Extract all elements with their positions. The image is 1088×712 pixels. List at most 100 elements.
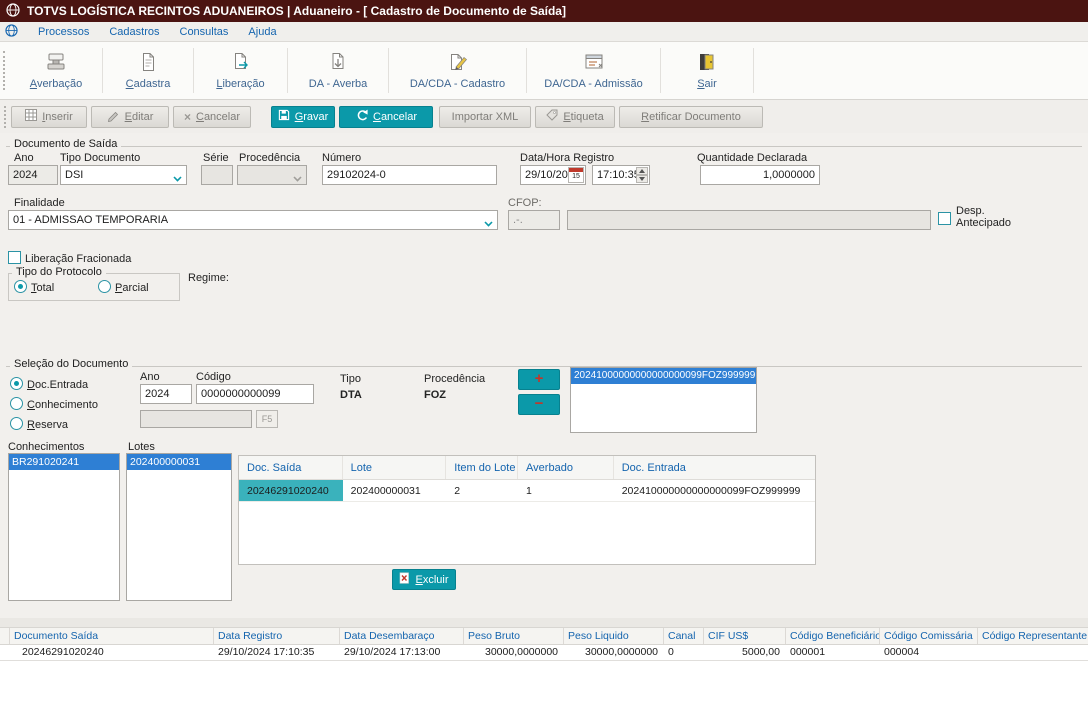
col-peso-liquido[interactable]: Peso Liquido: [564, 628, 664, 644]
cell-averbado[interactable]: 1: [518, 480, 614, 501]
conhecimentos-listbox[interactable]: BR291020241: [8, 453, 120, 601]
remove-document-button[interactable]: −: [518, 394, 560, 415]
calendar-icon[interactable]: 15: [568, 167, 584, 183]
cell-data-registro[interactable]: 29/10/2024 17:10:35: [214, 645, 340, 660]
cell-lote[interactable]: 202400000031: [342, 480, 447, 501]
col-documento-saida[interactable]: Documento Saída: [10, 628, 214, 644]
col-codigo-comissaria[interactable]: Código Comissária: [880, 628, 978, 644]
toolbar-button-cadastra[interactable]: Cadastra: [103, 42, 193, 99]
action-toolbar: Inserir Editar × Cancelar Gravar Cancela…: [0, 100, 1088, 133]
spinner-down-icon[interactable]: [636, 175, 648, 183]
ano-value: 2024: [13, 169, 38, 181]
regime-label: Regime:: [188, 272, 229, 284]
add-document-button[interactable]: +: [518, 369, 560, 390]
reserva-radio[interactable]: [10, 417, 23, 430]
doc-entrada-radio[interactable]: [10, 377, 23, 390]
menu-ajuda[interactable]: Ajuda: [248, 26, 276, 38]
gravar-button[interactable]: Gravar: [271, 105, 335, 128]
cell-doc-saida[interactable]: 20246291020240: [239, 480, 343, 501]
documentos-saida-grid[interactable]: Documento Saída Data Registro Data Desem…: [0, 618, 1088, 661]
selecao-ano-label: Ano: [140, 371, 160, 383]
lotes-listbox[interactable]: 202400000031: [126, 453, 232, 601]
quantidade-declarada-input[interactable]: 1,0000000: [700, 165, 820, 185]
data-registro-input[interactable]: 29/10/2024 15: [520, 165, 586, 185]
toolbar-button-liberacao[interactable]: Liberação: [194, 42, 287, 99]
documentos-grid-row[interactable]: 20246291020240 29/10/2024 17:10:35 29/10…: [0, 645, 1088, 661]
conhecimento-list-item[interactable]: BR291020241: [9, 454, 119, 470]
conhecimento-radio[interactable]: [10, 397, 23, 410]
col-canal[interactable]: Canal: [664, 628, 704, 644]
col-cif-usd[interactable]: CIF US$: [704, 628, 786, 644]
cell-codigo-comissaria[interactable]: 000004: [880, 645, 978, 660]
inserir-button[interactable]: Inserir: [11, 105, 87, 128]
finalidade-select[interactable]: 01 - ADMISSAO TEMPORARIA: [8, 210, 498, 230]
lote-list-item[interactable]: 202400000031: [127, 454, 231, 470]
toolbar-button-da-averba[interactable]: DA - Averba: [288, 42, 388, 99]
desp-antecipado-checkbox[interactable]: [938, 212, 951, 225]
toolbar-label-dacda-cadastro: DA/CDA - Cadastro: [409, 77, 506, 90]
cell-cif-usd[interactable]: 5000,00: [704, 645, 786, 660]
protocolo-parcial-radio[interactable]: [98, 280, 111, 293]
chevron-down-icon[interactable]: [484, 218, 493, 229]
retificar-documento-button[interactable]: Retificar Documento: [619, 105, 763, 128]
row-selector-cell[interactable]: [0, 645, 10, 660]
importar-xml-label: Importar XML: [451, 110, 519, 123]
chevron-down-icon[interactable]: [173, 173, 182, 184]
toolbar-grip[interactable]: [3, 51, 6, 90]
ano-input[interactable]: 2024: [8, 165, 58, 185]
etiqueta-button[interactable]: Etiqueta: [535, 105, 615, 128]
toolbar-button-dacda-admissao[interactable]: DA/CDA - Admissão: [527, 42, 660, 99]
cell-canal[interactable]: 0: [664, 645, 704, 660]
menu-processos[interactable]: Processos: [38, 26, 89, 38]
cell-codigo-beneficiario[interactable]: 000001: [786, 645, 880, 660]
col-data-registro[interactable]: Data Registro: [214, 628, 340, 644]
col-lote[interactable]: Lote: [343, 456, 447, 479]
f5-button[interactable]: F5: [256, 410, 278, 428]
cell-codigo-representante[interactable]: [978, 645, 1088, 660]
protocolo-total-radio[interactable]: [14, 280, 27, 293]
liberacao-fracionada-checkbox[interactable]: [8, 251, 21, 264]
tipo-documento-select[interactable]: DSI: [60, 165, 187, 185]
col-codigo-representante[interactable]: Código Representante: [978, 628, 1088, 644]
documentos-listbox[interactable]: 20241000000000000000099FOZ999999: [570, 367, 757, 433]
itens-grid-row[interactable]: 20246291020240 202400000031 2 1 20241000…: [239, 480, 815, 502]
spinner-up-icon[interactable]: [636, 167, 648, 175]
cancelar-edicao-button[interactable]: Cancelar: [339, 105, 433, 128]
documentos-grid-header: Documento Saída Data Registro Data Desem…: [0, 628, 1088, 645]
editar-button[interactable]: Editar: [91, 105, 169, 128]
col-item-lote[interactable]: Item do Lote: [446, 456, 519, 479]
col-doc-saida[interactable]: Doc. Saída: [239, 456, 343, 479]
col-averbado[interactable]: Averbado: [518, 456, 614, 479]
itens-grid[interactable]: Doc. Saída Lote Item do Lote Averbado Do…: [238, 455, 816, 565]
cfop-label: CFOP:: [508, 197, 542, 209]
gravar-label: Gravar: [294, 110, 329, 123]
importar-xml-button[interactable]: Importar XML: [439, 105, 531, 128]
cell-documento-saida[interactable]: 20246291020240: [10, 645, 214, 660]
col-peso-bruto[interactable]: Peso Bruto: [464, 628, 564, 644]
col-codigo-beneficiario[interactable]: Código Beneficiário: [786, 628, 880, 644]
cell-item-lote[interactable]: 2: [446, 480, 519, 501]
cell-peso-bruto[interactable]: 30000,0000000: [464, 645, 564, 660]
menu-consultas[interactable]: Consultas: [180, 26, 229, 38]
cell-peso-liquido[interactable]: 30000,0000000: [564, 645, 664, 660]
cancelar-button[interactable]: × Cancelar: [173, 105, 251, 128]
group-border-documento-saida: [6, 146, 1082, 147]
excluir-button[interactable]: Excluir: [392, 569, 456, 590]
toolbar-button-sair[interactable]: Sair: [661, 42, 753, 99]
cfop-mask-input[interactable]: .-.: [508, 210, 560, 230]
time-spinner[interactable]: [636, 167, 648, 183]
documento-list-item[interactable]: 20241000000000000000099FOZ999999: [571, 368, 756, 384]
cell-data-desembaraco[interactable]: 29/10/2024 17:13:00: [340, 645, 464, 660]
actionbar-grip[interactable]: [4, 105, 7, 128]
selecao-ano-input[interactable]: 2024: [140, 384, 192, 404]
col-doc-entrada[interactable]: Doc. Entrada: [614, 456, 815, 479]
toolbar-button-averbacao[interactable]: Averbação: [10, 42, 102, 99]
selecao-codigo-input[interactable]: 0000000000099: [196, 384, 314, 404]
toolbar-separator: [753, 48, 754, 93]
col-data-desembaraco[interactable]: Data Desembaraço: [340, 628, 464, 644]
hora-registro-input[interactable]: 17:10:35: [592, 165, 650, 185]
menu-cadastros[interactable]: Cadastros: [109, 26, 159, 38]
numero-input[interactable]: 29102024-0: [322, 165, 497, 185]
cell-doc-entrada[interactable]: 202410000000000000099FOZ999999: [613, 480, 815, 501]
toolbar-button-dacda-cadastro[interactable]: DA/CDA - Cadastro: [389, 42, 526, 99]
